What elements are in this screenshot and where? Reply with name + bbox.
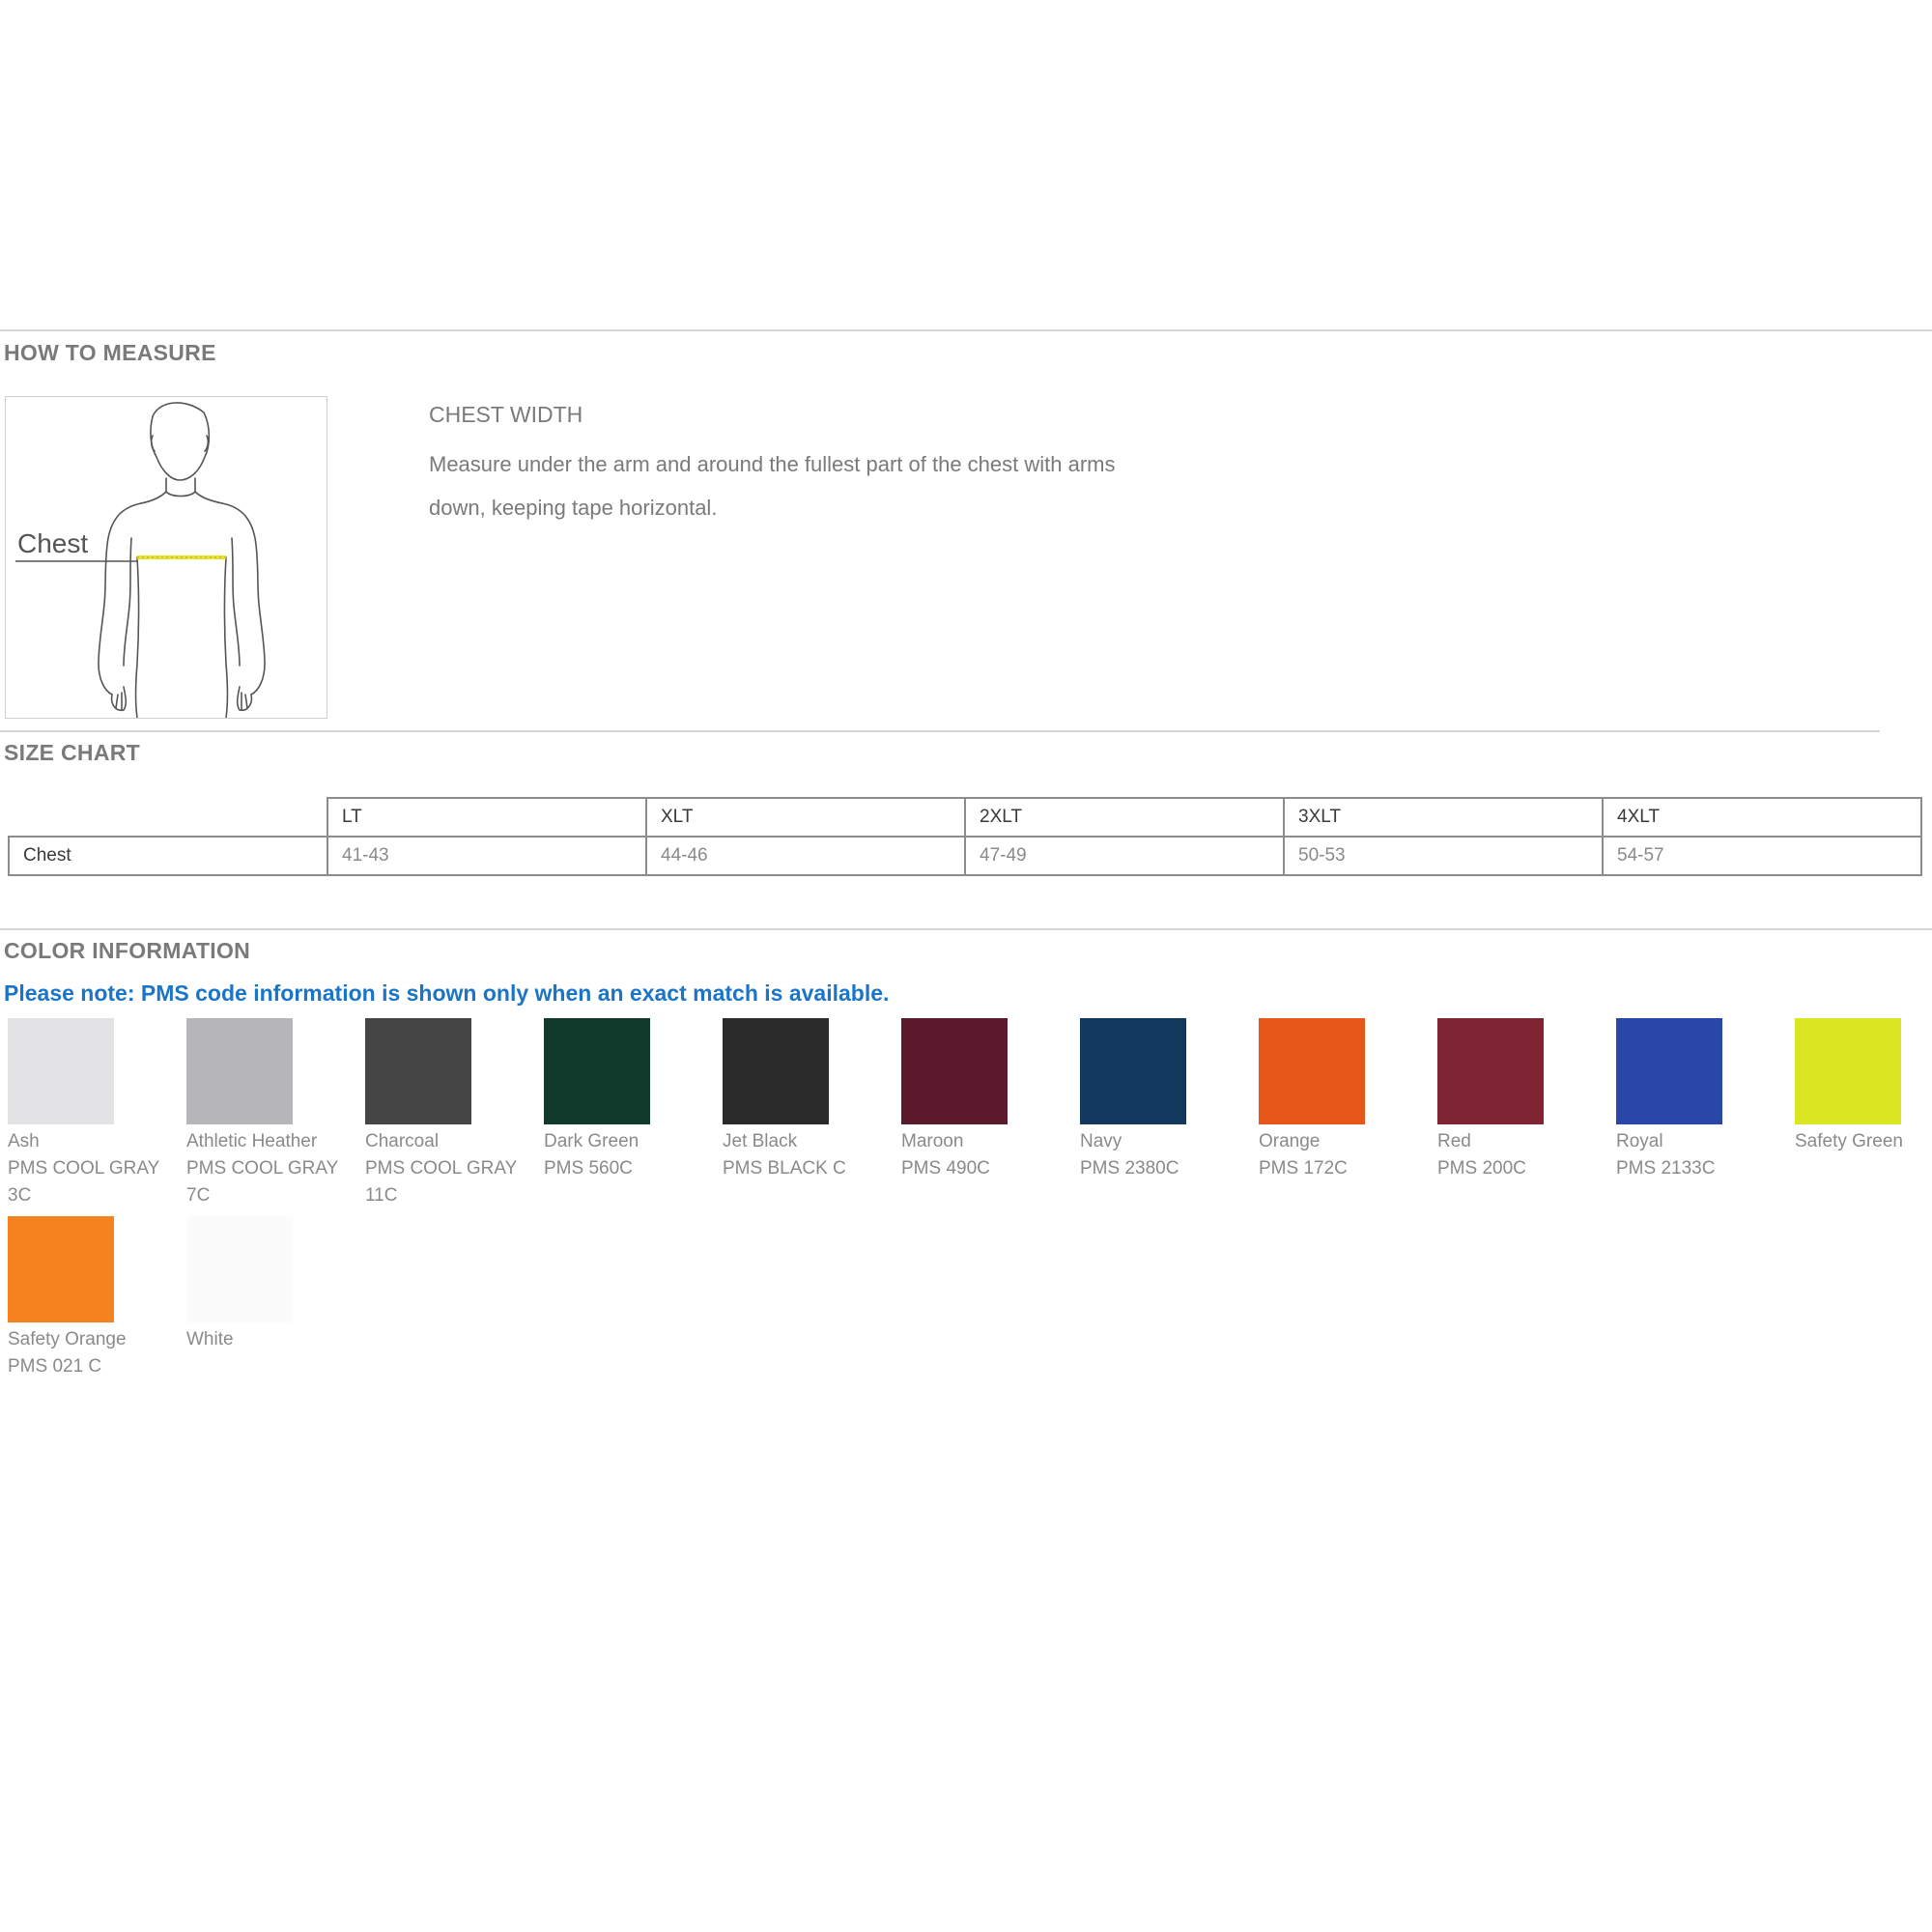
color-swatch [365,1018,471,1124]
size-chart-title: SIZE CHART [4,740,140,765]
size-header-3xlt: 3XLT [1283,797,1604,838]
color-swatch-pms: PMS BLACK C [723,1158,846,1179]
color-swatch-name: White [186,1329,234,1350]
color-swatch-item: Dark Green PMS 560C [544,1018,720,1182]
color-swatch-pms: PMS 2380C [1080,1158,1179,1179]
color-swatch-name: Charcoal [365,1131,440,1151]
color-swatch-name: Red [1437,1131,1471,1151]
chest-value-4xlt: 54-57 [1602,836,1922,876]
color-swatch-item: Maroon PMS 490C [901,1018,1077,1182]
color-swatch-item: Navy PMS 2380C [1080,1018,1256,1182]
color-swatch-pms: PMS COOL GRAY 11C [365,1158,517,1206]
chest-row: Chest 41-43 44-46 47-49 50-53 54-57 [8,836,1922,876]
color-swatch [723,1018,829,1124]
measure-figure: Chest [5,396,327,719]
color-swatch-name: Dark Green [544,1131,639,1151]
chest-value-xlt: 44-46 [645,836,966,876]
chest-row-label: Chest [8,836,328,876]
color-swatch-item: Jet Black PMS BLACK C [723,1018,898,1182]
color-swatch-name: Ash [8,1131,40,1151]
color-swatch-name: Safety Green [1795,1131,1903,1151]
color-swatch-pms: PMS 490C [901,1158,990,1179]
color-info-divider [0,928,1932,930]
color-swatch-pms: PMS 172C [1259,1158,1348,1179]
color-swatch-name: Athletic Heather [186,1131,318,1151]
how-to-measure-title: HOW TO MEASURE [4,340,216,365]
color-swatch-pms: PMS 560C [544,1158,633,1179]
color-swatch [8,1216,114,1322]
color-swatch-name: Orange [1259,1131,1321,1151]
size-header-blank [9,798,328,838]
chest-value-2xlt: 47-49 [964,836,1285,876]
chest-value-lt: 41-43 [327,836,647,876]
color-swatch-item: Athletic Heather PMS COOL GRAY 7C [186,1018,362,1209]
size-header-4xlt: 4XLT [1602,797,1922,838]
color-swatch-pms: PMS 2133C [1616,1158,1716,1179]
color-swatch-item: Safety Orange PMS 021 C [8,1216,184,1380]
color-swatch-pms: PMS 021 C [8,1356,102,1377]
color-swatch-name: Maroon [901,1131,964,1151]
color-swatch-item: Charcoal PMS COOL GRAY 11C [365,1018,541,1209]
color-swatch [1080,1018,1186,1124]
color-swatch-name: Navy [1080,1131,1122,1151]
color-swatch [544,1018,650,1124]
color-swatch [901,1018,1008,1124]
chest-width-description: Measure under the arm and around the ful… [429,452,1116,520]
color-swatch-name: Royal [1616,1131,1663,1151]
chest-value-3xlt: 50-53 [1283,836,1604,876]
size-header-lt: LT [327,797,647,838]
color-swatch-name: Jet Black [723,1131,798,1151]
color-swatch-item: White [186,1216,362,1353]
size-chart-divider [0,730,1880,732]
pms-note: Please note: PMS code information is sho… [4,980,890,1006]
size-header-xlt: XLT [645,797,966,838]
chest-width-heading: CHEST WIDTH [429,402,583,427]
color-swatch [1259,1018,1365,1124]
size-header-row: LT XLT 2XLT 3XLT 4XLT [9,797,1922,838]
size-header-2xlt: 2XLT [964,797,1285,838]
color-swatch-item: Ash PMS COOL GRAY 3C [8,1018,184,1209]
color-swatch-item: Royal PMS 2133C [1616,1018,1792,1182]
color-swatch [8,1018,114,1124]
color-information-title: COLOR INFORMATION [4,938,251,963]
color-swatch-pms: PMS 200C [1437,1158,1526,1179]
color-swatch [186,1018,293,1124]
color-swatch-item: Red PMS 200C [1437,1018,1613,1182]
color-swatch-pms: PMS COOL GRAY 7C [186,1158,338,1206]
chest-figure-label: Chest [17,528,89,558]
color-swatch [1616,1018,1722,1124]
color-swatch-item: Safety Green [1795,1018,1932,1155]
color-swatch [1795,1018,1901,1124]
color-swatch-pms: PMS COOL GRAY 3C [8,1158,159,1206]
color-swatch-item: Orange PMS 172C [1259,1018,1435,1182]
color-swatch [186,1216,293,1322]
size-chart-table: LT XLT 2XLT 3XLT 4XLT Chest 41-43 44-46 … [8,797,1922,876]
color-swatch [1437,1018,1544,1124]
top-divider [0,329,1932,331]
color-swatch-name: Safety Orange [8,1329,127,1350]
